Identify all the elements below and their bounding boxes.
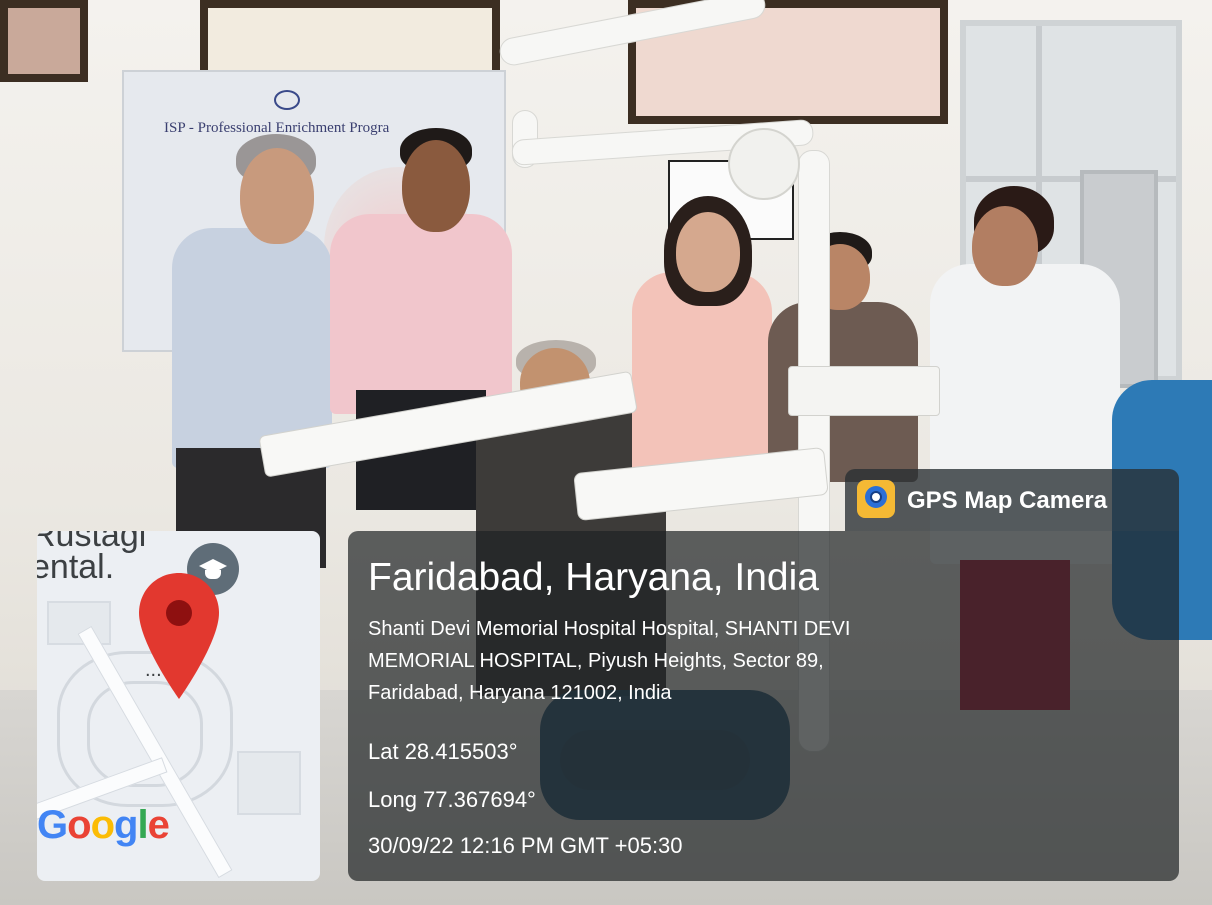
instrument-table: [788, 366, 940, 416]
map-more-indicator: ...: [145, 659, 162, 681]
google-letter: o: [90, 803, 115, 847]
map-building: [47, 601, 111, 645]
google-letter: G: [37, 803, 68, 847]
address-line: Faridabad, Haryana 121002, India: [368, 682, 672, 704]
latitude-text: Lat 28.415503°: [368, 739, 518, 764]
address-line: Shanti Devi Memorial Hospital Hospital, …: [368, 618, 851, 640]
google-letter: l: [137, 803, 148, 847]
society-logo: [274, 90, 300, 110]
gps-app-name: GPS Map Camera: [907, 487, 1108, 514]
location-map: Rustagi ental. ... Google: [37, 531, 320, 881]
wall-frame: [0, 0, 88, 82]
google-attribution: Google: [37, 803, 170, 848]
google-letter: e: [147, 803, 170, 847]
gps-map-camera-icon: [857, 480, 895, 518]
address-text: Shanti Devi Memorial Hospital Hospital, …: [368, 613, 1138, 709]
map-place-label-line2: ental.: [37, 548, 115, 586]
location-info-panel: Faridabad, Haryana, India Shanti Devi Me…: [348, 531, 1179, 881]
dental-lamp: [728, 128, 800, 200]
map-place-label: Rustagi ental.: [37, 531, 146, 586]
longitude-text: Long 77.367694°: [368, 787, 536, 812]
google-letter: g: [114, 803, 138, 847]
map-building: [237, 751, 301, 815]
address-line: MEMORIAL HOSPITAL, Piyush Heights, Secto…: [368, 650, 824, 672]
gps-app-header: GPS Map Camera: [845, 469, 1179, 531]
timestamp-text: 30/09/22 12:16 PM GMT +05:30: [368, 833, 683, 858]
city-heading: Faridabad, Haryana, India: [368, 556, 819, 599]
google-letter: o: [67, 803, 91, 847]
